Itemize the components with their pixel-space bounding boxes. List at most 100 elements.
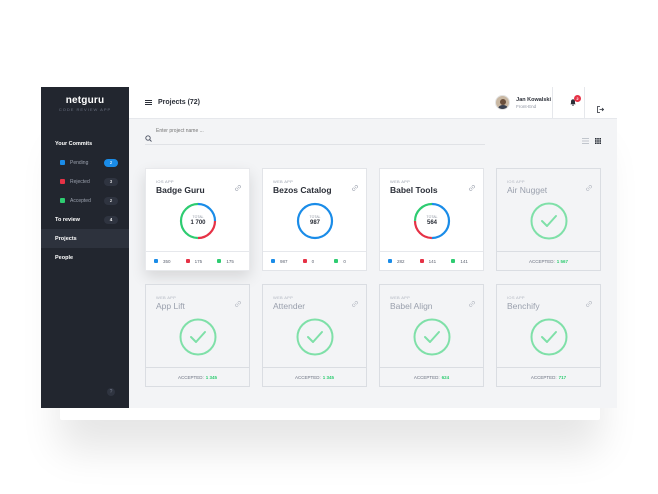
project-card[interactable]: WEB APP Bezos Catalog TOTAL 987 987 0 0	[262, 168, 367, 271]
count-badge: 3	[104, 177, 118, 186]
project-type: WEB APP	[390, 295, 411, 300]
grid-view-icon[interactable]	[595, 131, 601, 149]
accepted-count: 624	[441, 374, 450, 380]
pending-stat: 987	[271, 259, 303, 264]
project-card[interactable]: IOS APP Badge Guru TOTAL 1 700 350 175 1…	[145, 168, 250, 271]
link-icon[interactable]	[235, 294, 241, 312]
project-type: WEB APP	[156, 295, 177, 300]
project-card[interactable]: IOS APP Air Nugget ACCEPTED: 1 567	[496, 168, 601, 271]
rejected-square-icon	[185, 259, 190, 263]
accepted-count: 0	[343, 258, 346, 264]
sidebar-item-pending[interactable]: Pending 2	[41, 153, 129, 172]
rejected-count: 141	[428, 258, 437, 264]
project-type: WEB APP	[390, 179, 411, 184]
link-icon[interactable]	[352, 178, 358, 196]
project-type: WEB APP	[273, 295, 294, 300]
link-icon[interactable]	[235, 178, 241, 196]
accepted-square-icon	[217, 259, 222, 263]
accepted-stat: 175	[217, 259, 249, 264]
accepted-label: ACCEPTED:	[528, 258, 555, 264]
logout-icon[interactable]	[597, 100, 605, 118]
project-title: Air Nugget	[507, 185, 548, 195]
sidebar-item-people[interactable]: People	[41, 248, 129, 267]
pending-count: 282	[397, 258, 405, 264]
sidebar-item-label: People	[55, 254, 74, 261]
pending-stat: 282	[388, 259, 420, 264]
main-content: Projects (72) Jan Kowalski Front-End 2 E…	[129, 87, 617, 408]
link-icon[interactable]	[469, 178, 475, 196]
total-label: TOTAL	[309, 215, 321, 219]
sidebar-item-projects[interactable]: Projects	[41, 229, 129, 248]
app-window: netguru CODE REVIEW APP Your Commits Pen…	[41, 87, 617, 408]
accepted-square-icon	[334, 259, 339, 263]
user-role: Front-End	[516, 103, 537, 109]
brand[interactable]: netguru CODE REVIEW APP	[41, 87, 129, 119]
project-title: Benchify	[507, 301, 540, 311]
notification-badge: 2	[574, 95, 581, 102]
sidebar-item-label: Projects	[55, 235, 77, 242]
topbar: Projects (72) Jan Kowalski Front-End 2	[129, 87, 617, 119]
list-view-icon[interactable]	[582, 131, 589, 149]
project-type: IOS APP	[507, 295, 525, 300]
accepted-label: ACCEPTED:	[294, 374, 321, 380]
user-name: Jan Kowalski	[516, 96, 551, 103]
link-icon[interactable]	[586, 294, 592, 312]
count-badge: 2	[104, 158, 118, 167]
pending-square-icon	[154, 259, 158, 263]
project-title: App Lift	[156, 301, 185, 311]
pending-count: 987	[280, 258, 288, 264]
sidebar-nav: Your Commits Pending 2 Rejected 3 Accept…	[41, 135, 129, 267]
project-card[interactable]: IOS APP Benchify ACCEPTED: 717	[496, 284, 601, 387]
pending-square-icon	[271, 259, 275, 263]
help-icon[interactable]: ?	[107, 388, 115, 396]
project-title: Babel Tools	[390, 185, 438, 195]
user-profile[interactable]: Jan Kowalski Front-End	[495, 95, 551, 110]
project-card[interactable]: WEB APP Babel Tools TOTAL 564 282 141 14…	[379, 168, 484, 271]
rejected-stat: 175	[185, 258, 218, 264]
card-footer: 282 141 141	[380, 251, 483, 270]
total-ring-chart: TOTAL 987	[296, 202, 334, 240]
rejected-square-icon	[419, 259, 424, 263]
rejected-square-icon	[302, 259, 307, 263]
count-badge: 2	[104, 196, 118, 205]
sidebar-item-label: To review	[55, 216, 80, 223]
sidebar-item-accepted[interactable]: Accepted 2	[41, 191, 129, 210]
card-footer: ACCEPTED: 717	[497, 367, 600, 386]
sidebar-item-rejected[interactable]: Rejected 3	[41, 172, 129, 191]
project-title: Badge Guru	[156, 185, 205, 195]
rejected-count: 175	[194, 258, 203, 264]
project-grid: IOS APP Badge Guru TOTAL 1 700 350 175 1…	[145, 168, 601, 387]
link-icon[interactable]	[352, 294, 358, 312]
total-ring-chart: TOTAL 564	[413, 202, 451, 240]
project-type: WEB APP	[273, 179, 294, 184]
rejected-stat: 141	[419, 258, 452, 264]
topbar-divider	[552, 87, 553, 119]
hamburger-menu-icon[interactable]	[145, 99, 152, 106]
rejected-stat: 0	[302, 258, 335, 264]
topbar-divider	[584, 87, 585, 119]
checkmark-icon	[296, 318, 334, 361]
brand-name: netguru	[65, 95, 105, 106]
card-footer: ACCEPTED: 1 567	[497, 251, 600, 270]
accepted-count: 175	[226, 258, 234, 264]
project-card[interactable]: WEB APP Attender ACCEPTED: 1 345	[262, 284, 367, 387]
project-title: Attender	[273, 301, 306, 311]
total-label: TOTAL	[426, 215, 438, 219]
sidebar-item-your-commits[interactable]: Your Commits	[41, 135, 129, 153]
sidebar-item-label: Accepted	[70, 197, 91, 204]
project-card[interactable]: WEB APP Babel Align ACCEPTED: 624	[379, 284, 484, 387]
link-icon[interactable]	[469, 294, 475, 312]
card-footer: 350 175 175	[146, 251, 249, 270]
total-value: 1 700	[190, 220, 206, 226]
view-toggle	[582, 131, 601, 149]
rejected-count: 0	[311, 258, 315, 264]
link-icon[interactable]	[586, 178, 592, 196]
sidebar-item-to-review[interactable]: To review 4	[41, 210, 129, 229]
pending-dot-icon	[60, 160, 65, 165]
accepted-stat: 141	[451, 259, 483, 264]
pending-square-icon	[388, 259, 392, 263]
search-input[interactable]	[156, 128, 356, 134]
total-value: 564	[426, 220, 437, 226]
project-card[interactable]: WEB APP App Lift ACCEPTED: 1 345	[145, 284, 250, 387]
project-title: Babel Align	[390, 301, 433, 311]
